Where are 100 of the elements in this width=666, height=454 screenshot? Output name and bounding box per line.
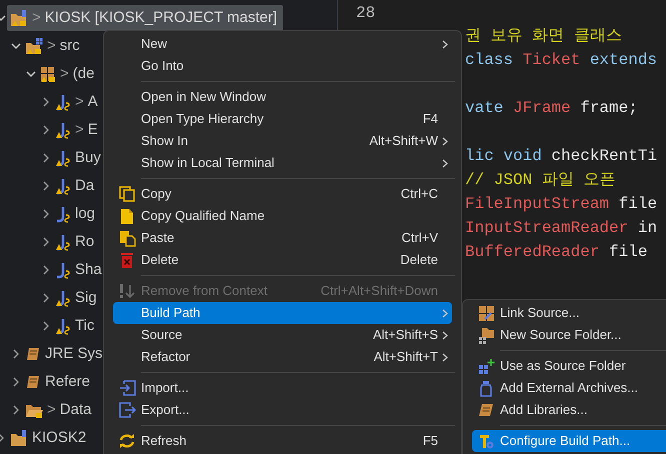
tree-item[interactable]: Buy bbox=[52, 145, 107, 171]
tree-item[interactable]: > E bbox=[52, 117, 104, 143]
tree-item[interactable]: Sha bbox=[52, 257, 108, 283]
paste-icon bbox=[118, 230, 136, 246]
shortcut-label: Alt+Shift+W bbox=[369, 132, 438, 150]
new-folder-icon bbox=[478, 326, 494, 344]
item-label: log bbox=[75, 204, 96, 224]
menu-item[interactable]: Export... bbox=[113, 399, 452, 421]
tree-item[interactable]: Ro bbox=[52, 229, 100, 255]
menu-item[interactable]: Copy Qualified Name bbox=[113, 205, 452, 227]
tree-item[interactable]: > KIOSK [KIOSK_PROJECT master] bbox=[7, 5, 284, 31]
item-label: Tic bbox=[75, 316, 94, 336]
shortcut-label: F5 bbox=[422, 432, 438, 450]
delete-icon bbox=[120, 252, 134, 268]
chevron-right-icon[interactable] bbox=[41, 265, 51, 275]
shortcut-label: F4 bbox=[422, 110, 438, 128]
tree-item[interactable]: Tic bbox=[52, 313, 100, 339]
code-line: BufferedReader file bbox=[465, 242, 648, 263]
chevron-down-icon[interactable] bbox=[26, 69, 36, 79]
tree-item[interactable]: JRE Sys bbox=[22, 341, 109, 367]
code-line: 권 보유 화면 클래스 bbox=[465, 26, 622, 47]
build-config-icon bbox=[478, 432, 494, 450]
menu-item[interactable]: Source Alt+Shift+S bbox=[113, 324, 452, 346]
change-marker: > bbox=[32, 8, 41, 28]
item-label: Refere bbox=[45, 372, 90, 392]
tree-item[interactable]: Sig bbox=[52, 285, 103, 311]
shortcut-label: Ctrl+V bbox=[402, 229, 438, 248]
chevron-right-icon[interactable] bbox=[41, 321, 51, 331]
line-number: 28 bbox=[356, 3, 376, 24]
chevron-right-icon[interactable] bbox=[41, 125, 51, 135]
item-label: JRE Sys bbox=[45, 344, 103, 364]
code-line: lic void checkRentTi bbox=[465, 146, 658, 167]
menu-item[interactable]: Build Path bbox=[113, 302, 452, 324]
tree-item[interactable]: Da bbox=[52, 173, 100, 199]
item-label: Data bbox=[60, 400, 92, 420]
change-marker: > bbox=[75, 120, 84, 140]
item-label: Sig bbox=[75, 288, 97, 308]
menu-item[interactable]: Add Libraries... bbox=[472, 399, 666, 421]
refresh-icon bbox=[119, 433, 135, 449]
tree-item[interactable]: > Data bbox=[22, 397, 98, 423]
chevron-right-icon[interactable] bbox=[41, 181, 51, 191]
menu-item[interactable]: Delete Delete bbox=[113, 249, 452, 271]
item-label: A bbox=[88, 92, 98, 112]
tree-item[interactable]: KIOSK2 bbox=[7, 425, 92, 451]
menu-item[interactable]: Configure Build Path... bbox=[472, 430, 666, 452]
jar-icon bbox=[479, 380, 493, 396]
menu-item[interactable]: Paste Ctrl+V bbox=[113, 227, 452, 249]
menu-item[interactable]: Refactor Alt+Shift+T bbox=[113, 346, 452, 368]
tree-item[interactable]: > (de bbox=[37, 61, 100, 87]
menu-item[interactable]: Show In Alt+Shift+W bbox=[113, 130, 452, 152]
chevron-right-icon[interactable] bbox=[41, 97, 51, 107]
menu-item[interactable]: Copy Ctrl+C bbox=[113, 183, 452, 205]
remove-icon bbox=[118, 283, 136, 299]
menu-item[interactable]: Show in Local Terminal bbox=[113, 152, 452, 174]
shortcut-label: Alt+Shift+T bbox=[374, 348, 438, 366]
menu-item[interactable]: Refresh F5 bbox=[113, 430, 452, 452]
code-line: FileInputStream file bbox=[465, 194, 658, 215]
item-label: (de bbox=[72, 64, 94, 84]
chevron-right-icon[interactable] bbox=[11, 377, 21, 387]
shortcut-label: Ctrl+C bbox=[400, 185, 438, 204]
menu-item[interactable]: Link Source... bbox=[472, 302, 666, 324]
shortcut-label: Ctrl+Alt+Shift+Down bbox=[320, 282, 438, 300]
item-label: Ro bbox=[75, 232, 94, 252]
menu-item[interactable]: Go Into bbox=[113, 55, 452, 77]
item-label: Buy bbox=[75, 148, 101, 168]
tree-item[interactable]: > src bbox=[22, 33, 86, 59]
menu-item[interactable]: Open Type Hierarchy F4 bbox=[113, 108, 452, 130]
item-label: KIOSK2 bbox=[32, 428, 86, 448]
change-marker: > bbox=[75, 92, 84, 112]
copy-icon bbox=[119, 186, 135, 202]
item-label: Sha bbox=[75, 260, 102, 280]
menu-item[interactable]: Add External Archives... bbox=[472, 377, 666, 399]
code-line: InputStreamReader in bbox=[465, 218, 658, 239]
linked-folder-icon bbox=[478, 304, 494, 322]
menu-item[interactable]: Use as Source Folder bbox=[472, 355, 666, 377]
change-marker: > bbox=[47, 400, 56, 420]
export-icon bbox=[118, 402, 136, 418]
chevron-right-icon[interactable] bbox=[41, 237, 51, 247]
tree-item[interactable]: Refere bbox=[22, 369, 96, 395]
tree-item[interactable]: > A bbox=[52, 89, 104, 115]
shortcut-label: Alt+Shift+S bbox=[372, 326, 438, 344]
menu-item[interactable]: Open in New Window bbox=[113, 86, 452, 108]
chevron-right-icon[interactable] bbox=[41, 209, 51, 219]
menu-item[interactable]: New Source Folder... bbox=[472, 324, 666, 346]
chevron-right-icon[interactable] bbox=[11, 405, 21, 415]
menu-item[interactable]: New bbox=[113, 33, 452, 55]
chevron-right-icon[interactable] bbox=[41, 153, 51, 163]
item-label: Da bbox=[75, 176, 94, 196]
shortcut-label: Delete bbox=[400, 251, 438, 270]
menu-item[interactable]: Import... bbox=[113, 377, 452, 399]
tree-item[interactable]: log bbox=[52, 201, 102, 227]
chevron-down-icon[interactable] bbox=[11, 41, 21, 51]
item-label: E bbox=[88, 120, 98, 140]
chevron-right-icon[interactable] bbox=[11, 349, 21, 359]
item-label: src bbox=[60, 36, 80, 56]
document-icon bbox=[120, 208, 134, 224]
book-icon bbox=[478, 402, 494, 418]
code-line: vate JFrame frame; bbox=[465, 98, 638, 119]
import-icon bbox=[118, 380, 136, 396]
chevron-right-icon[interactable] bbox=[41, 293, 51, 303]
